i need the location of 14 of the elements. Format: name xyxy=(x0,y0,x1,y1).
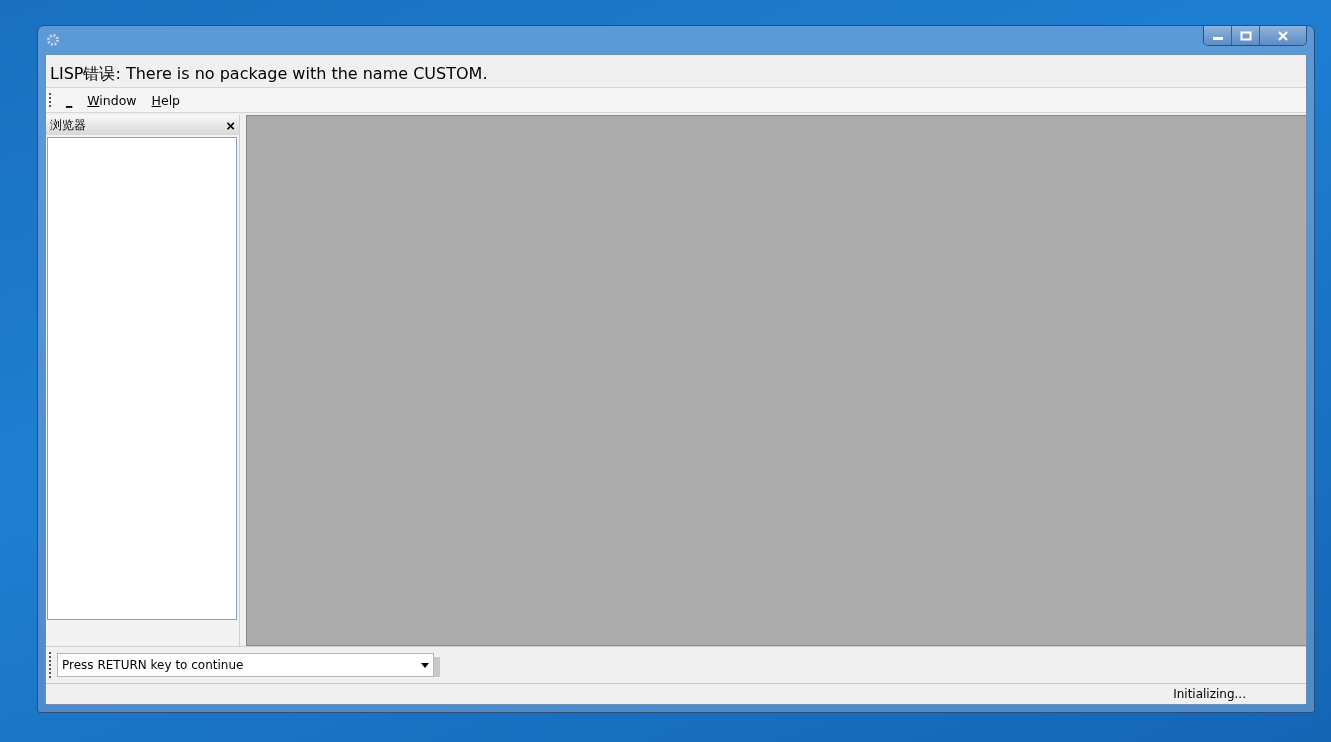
close-icon[interactable] xyxy=(1277,30,1289,41)
minimize-button[interactable] xyxy=(1204,26,1232,45)
panel-title: 浏览器 xyxy=(50,116,86,134)
dropdown-caret-icon[interactable] xyxy=(421,662,429,668)
close-button[interactable] xyxy=(1260,26,1306,45)
close-panel-button[interactable]: × xyxy=(224,117,237,133)
menu-item[interactable]: _ xyxy=(60,92,82,108)
maximize-button[interactable] xyxy=(1232,26,1260,45)
status-text: Initializing... xyxy=(1173,687,1246,701)
error-message: LISP错误: There is no package with the name CUSTOM. xyxy=(49,63,489,85)
menu-item[interactable]: Help xyxy=(145,92,190,108)
maximize-icon[interactable] xyxy=(1239,30,1252,41)
gear-icon xyxy=(46,33,60,47)
menu-item[interactable]: Window xyxy=(81,92,146,108)
